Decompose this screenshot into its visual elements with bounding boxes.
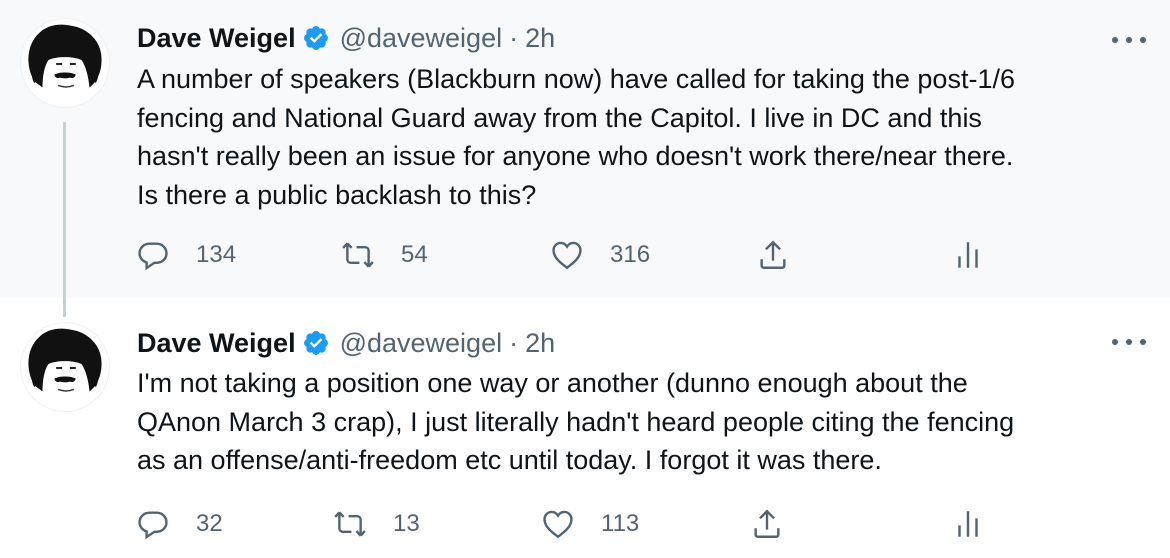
like-button[interactable]: 316 [550,235,650,275]
timestamp[interactable]: 2h [525,328,555,359]
tweet-text-line: hasn't really been an issue for anyone w… [137,141,1014,171]
tweet-header: Dave Weigel @daveweigel · 2h [137,325,555,361]
analytics-icon [958,511,978,537]
retweet-button[interactable]: 54 [341,235,428,275]
reply-button[interactable]: 134 [136,235,236,275]
author-name[interactable]: Dave Weigel [137,328,296,359]
analytics-button[interactable] [951,504,985,544]
retweet-icon [342,242,374,268]
like-count: 316 [610,241,651,268]
separator-dot: · [509,22,519,53]
tweet-header: Dave Weigel @daveweigel · 2h [137,20,555,56]
tweet-text: A number of speakers (Blackburn now) hav… [137,60,1152,214]
retweet-icon [334,511,366,537]
tweet-text-line: A number of speakers (Blackburn now) hav… [137,64,1015,94]
separator-dot: · [509,327,519,358]
reply-icon [138,242,168,271]
retweet-button[interactable]: 13 [333,504,420,544]
share-button[interactable] [756,235,790,275]
reply-count: 134 [196,241,237,268]
avatar[interactable] [20,18,110,108]
author-name[interactable]: Dave Weigel [137,23,296,54]
more-options-icon[interactable] [1112,30,1146,50]
heart-icon [543,510,573,539]
tweet-1[interactable]: Dave Weigel @daveweigel · 2h A number of… [0,0,1170,298]
tweet-actions: 32 13 113 [0,504,1170,544]
retweet-count: 13 [393,510,420,537]
timestamp[interactable]: 2h [525,23,555,54]
reply-icon [138,511,168,540]
reply-count: 32 [196,510,223,537]
like-count: 113 [601,510,640,537]
verified-badge-icon [302,24,330,52]
analytics-button[interactable] [951,235,985,275]
verified-badge-icon [302,329,330,357]
share-button[interactable] [750,504,784,544]
share-icon [754,509,780,538]
tweet-text-line: as an offense/anti-freedom etc until tod… [137,445,882,475]
tweet-text: I'm not taking a position one way or ano… [137,364,1152,480]
heart-icon [552,241,582,270]
like-button[interactable]: 113 [541,504,639,544]
tweet-text-line: Is there a public backlash to this? [137,179,537,210]
tweet-text-line: I'm not taking a position one way or ano… [137,368,968,398]
avatar[interactable] [20,322,110,412]
author-handle[interactable]: @daveweigel [340,328,503,359]
tweet-text-line: fencing and National Guard away from the… [137,102,982,133]
tweet-2[interactable]: Dave Weigel @daveweigel · 2h I'm not tak… [0,298,1170,558]
reply-button[interactable]: 32 [136,504,223,544]
retweet-count: 54 [401,241,428,268]
more-options-icon[interactable] [1112,332,1146,352]
tweet-actions: 134 54 316 [0,235,1170,275]
share-icon [760,240,786,269]
thread-connector-line [63,122,66,317]
analytics-icon [958,242,978,268]
author-handle[interactable]: @daveweigel [340,23,503,54]
tweet-text-line: QAnon March 3 crap), I just literally ha… [137,406,1015,437]
